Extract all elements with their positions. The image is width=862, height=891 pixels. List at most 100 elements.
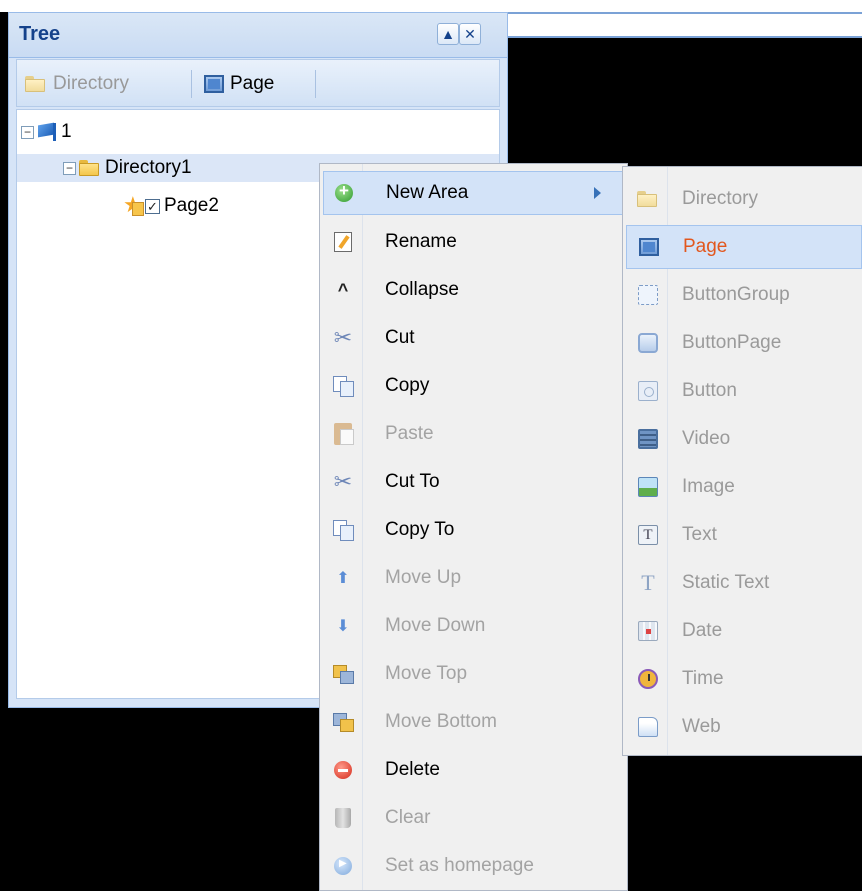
- submenu-item-label: Static Text: [682, 572, 770, 593]
- menu-item-label: Clear: [385, 807, 431, 828]
- context-menu: New Area Rename ^ Collapse ✂ Cut Copy Pa…: [319, 163, 628, 891]
- submenu-item-image[interactable]: Image: [626, 465, 862, 509]
- submenu-item-label: Page: [683, 236, 728, 257]
- menu-item-cut[interactable]: ✂ Cut: [323, 316, 624, 360]
- static-text-icon: T: [641, 570, 655, 595]
- menu-item-paste[interactable]: Paste: [323, 412, 624, 456]
- menu-item-cut-to[interactable]: ✂ Cut To: [323, 460, 624, 504]
- submenu-item-label: ButtonGroup: [682, 284, 790, 305]
- menu-item-rename[interactable]: Rename: [323, 220, 624, 264]
- tree-node-root[interactable]: − 1: [17, 118, 499, 146]
- cut-icon: ✂: [333, 325, 353, 350]
- submenu-item-label: Text: [682, 524, 717, 545]
- delete-icon: [334, 761, 352, 779]
- submenu-item-text[interactable]: T Text: [626, 513, 862, 557]
- folder-icon: [25, 76, 47, 92]
- homepage-icon: [334, 857, 352, 875]
- menu-item-label: Move Bottom: [385, 711, 497, 732]
- tree-node-label: Directory1: [105, 157, 192, 178]
- video-icon: [638, 429, 658, 449]
- page-icon: [639, 238, 659, 256]
- submenu-item-label: Time: [682, 668, 724, 689]
- menu-item-label: Move Up: [385, 567, 462, 588]
- menu-item-label: Rename: [385, 231, 457, 252]
- trash-icon: [335, 808, 351, 828]
- submenu-item-date[interactable]: Date: [626, 609, 862, 653]
- submenu-item-buttonpage[interactable]: ButtonPage: [626, 321, 862, 365]
- collapse-icon: ^: [337, 279, 349, 300]
- menu-item-move-bottom[interactable]: Move Bottom: [323, 700, 624, 744]
- menu-item-label: New Area: [386, 182, 469, 203]
- menu-item-label: Cut: [385, 327, 415, 348]
- paste-icon: [334, 423, 354, 445]
- close-panel-button[interactable]: ✕: [459, 23, 481, 45]
- tree-toolbar: Directory Page: [16, 59, 500, 107]
- menu-item-move-up[interactable]: ⬆ Move Up: [323, 556, 624, 600]
- button-page-icon: [638, 333, 658, 353]
- collapse-panel-button[interactable]: ▲: [437, 23, 459, 45]
- editor-frame: [505, 12, 862, 38]
- folder-icon: [637, 191, 659, 207]
- date-icon: [638, 621, 658, 641]
- button-icon: [638, 381, 658, 401]
- submenu-item-buttongroup[interactable]: ButtonGroup: [626, 273, 862, 317]
- button-group-icon: [638, 285, 658, 305]
- menu-item-move-top[interactable]: Move Top: [323, 652, 624, 696]
- chevron-up-icon: ▲: [441, 26, 455, 42]
- copy-icon: [333, 376, 354, 397]
- close-icon: ✕: [464, 26, 476, 42]
- collapse-toggle-icon[interactable]: −: [21, 125, 34, 139]
- copy-icon: [333, 520, 354, 541]
- new-directory-button[interactable]: Directory: [25, 72, 129, 96]
- folder-icon: [79, 160, 101, 176]
- submenu-item-button[interactable]: Button: [626, 369, 862, 413]
- new-page-label: Page: [230, 73, 275, 94]
- submenu-item-page[interactable]: Page: [626, 225, 862, 269]
- new-area-submenu: Directory Page ButtonGroup ButtonPage Bu…: [622, 166, 862, 756]
- submenu-item-directory[interactable]: Directory: [626, 177, 862, 221]
- collapse-toggle-icon[interactable]: −: [63, 161, 76, 175]
- submenu-item-static-text[interactable]: T Static Text: [626, 561, 862, 605]
- submenu-item-time[interactable]: Time: [626, 657, 862, 701]
- menu-item-delete[interactable]: Delete: [323, 748, 624, 792]
- menu-item-label: Collapse: [385, 279, 459, 300]
- toolbar-divider: [191, 70, 192, 98]
- menu-item-copy[interactable]: Copy: [323, 364, 624, 408]
- menu-item-clear[interactable]: Clear: [323, 796, 624, 840]
- top-background: [0, 0, 862, 12]
- cut-icon: ✂: [333, 469, 353, 494]
- add-icon: [335, 181, 353, 202]
- menu-item-set-homepage[interactable]: Set as homepage: [323, 844, 624, 888]
- tree-panel-header: Tree ▲ ✕: [9, 13, 507, 58]
- arrow-up-icon: ⬆: [336, 570, 350, 587]
- site-flag-icon: [37, 123, 57, 141]
- menu-item-label: Copy: [385, 375, 430, 396]
- submenu-item-label: ButtonPage: [682, 332, 782, 353]
- homepage-star-icon: [123, 192, 144, 218]
- submenu-item-video[interactable]: Video: [626, 417, 862, 461]
- submenu-item-label: Video: [682, 428, 731, 449]
- arrow-down-icon: ⬇: [336, 618, 350, 635]
- submenu-item-label: Button: [682, 380, 737, 401]
- time-icon: [638, 669, 658, 689]
- menu-item-move-down[interactable]: ⬇ Move Down: [323, 604, 624, 648]
- page-checkbox[interactable]: ✓: [145, 198, 160, 214]
- submenu-item-label: Image: [682, 476, 735, 497]
- menu-item-new-area[interactable]: New Area: [323, 171, 624, 215]
- new-directory-label: Directory: [53, 73, 130, 94]
- menu-item-label: Delete: [385, 759, 440, 780]
- menu-item-label: Paste: [385, 423, 434, 444]
- new-page-button[interactable]: Page: [204, 72, 274, 96]
- submenu-arrow-icon: [594, 187, 601, 199]
- submenu-item-web[interactable]: Web: [626, 705, 862, 749]
- menu-item-copy-to[interactable]: Copy To: [323, 508, 624, 552]
- tree-node-label: Page2: [164, 195, 219, 216]
- tree-panel-title: Tree: [19, 23, 61, 45]
- menu-item-collapse[interactable]: ^ Collapse: [323, 268, 624, 312]
- move-bottom-icon: [333, 713, 354, 732]
- rename-icon: [334, 232, 352, 252]
- web-icon: [638, 717, 658, 737]
- menu-item-label: Copy To: [385, 519, 455, 540]
- submenu-item-label: Directory: [682, 188, 759, 209]
- menu-item-label: Set as homepage: [385, 855, 534, 876]
